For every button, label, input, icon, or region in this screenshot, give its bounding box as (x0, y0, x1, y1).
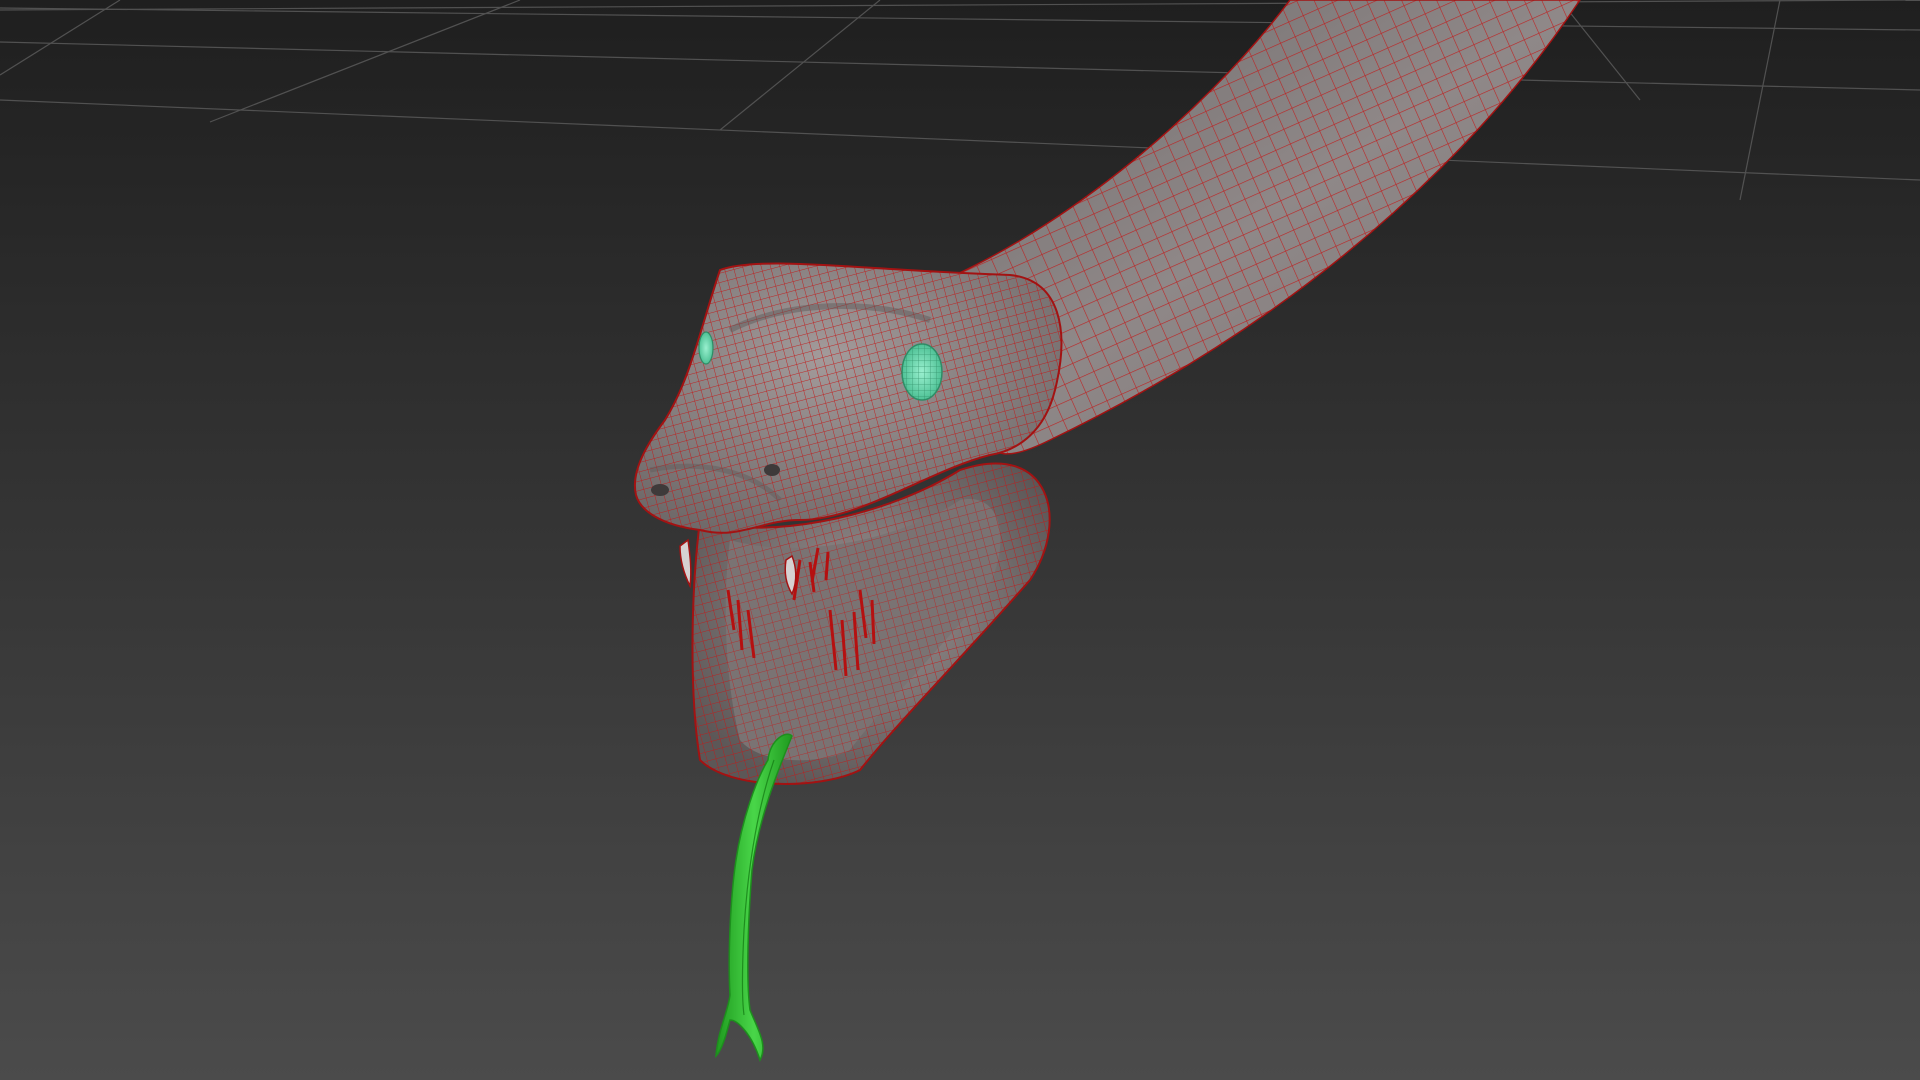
3d-viewport[interactable] (0, 0, 1920, 1080)
viewport-scene[interactable] (0, 0, 1920, 1080)
snake-nostril (764, 464, 780, 476)
snake-nostril (651, 484, 669, 496)
